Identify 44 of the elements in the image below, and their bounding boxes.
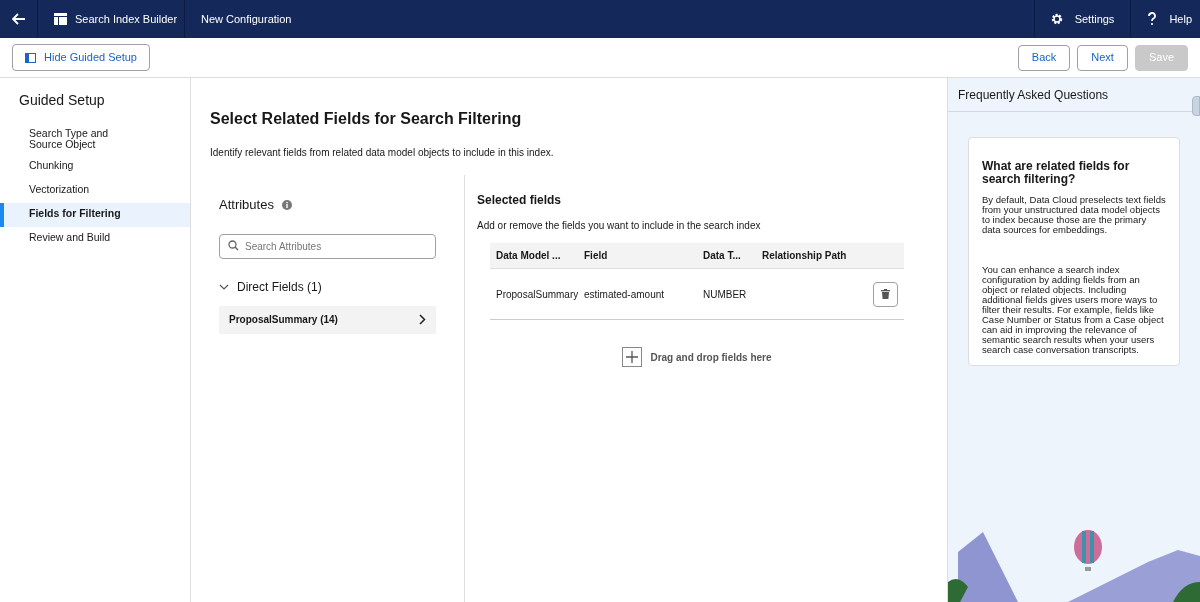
table-cell-text: NUMBER xyxy=(703,287,748,302)
selected-fields-heading: Selected fields xyxy=(477,192,563,209)
delete-button[interactable] xyxy=(873,281,898,307)
back-arrow-icon xyxy=(11,13,26,25)
column-header: Field xyxy=(584,249,609,263)
help-icon xyxy=(1147,12,1158,26)
info-icon xyxy=(281,199,292,210)
page-title: New Configuration xyxy=(200,11,293,27)
attributes-heading: Attributes xyxy=(219,196,274,214)
sidebar-item[interactable]: Vectorization xyxy=(0,179,190,203)
direct-fields-toggle[interactable]: Direct Fields (1) xyxy=(219,277,322,296)
nav-button[interactable]: Back xyxy=(1017,44,1071,71)
panel-collapse-handle[interactable] xyxy=(1192,96,1200,116)
faq-answer: By default, Data Cloud preselects text fields from your unstructured data model objects to index because those are the primary data sources for embeddings. xyxy=(982,195,1166,235)
page-description: Identify relevant fields from related data model objects to include in this index. xyxy=(210,146,555,160)
object-list-item[interactable]: ProposalSummary (14) xyxy=(219,305,436,334)
drop-hint: Drag and drop fields here xyxy=(650,350,772,365)
sidebar-title: Guided Setup xyxy=(18,91,106,110)
column-header: Data Model ... xyxy=(496,249,562,263)
sidebar-item[interactable]: Fields for Filtering xyxy=(0,203,190,227)
trash-icon xyxy=(881,289,890,299)
search-field[interactable]: Search Attributes xyxy=(219,233,436,259)
selected-fields-description: Add or remove the fields you want to include in the search index xyxy=(477,219,762,233)
app-name: Search Index Builder xyxy=(75,11,178,27)
table-icon xyxy=(54,13,67,25)
faq-question: What are related fields for search filtering? xyxy=(982,160,1131,186)
nav-button[interactable]: Next xyxy=(1077,44,1128,71)
chevron-right-icon xyxy=(419,314,426,325)
sidebar-item[interactable]: Chunking xyxy=(0,155,190,179)
column-header: Relationship Path xyxy=(762,249,848,263)
column-header: Data T... xyxy=(703,249,742,263)
settings-icon xyxy=(1050,13,1063,25)
sidebar-item[interactable]: Review and Build xyxy=(0,227,190,251)
table-cell-text: estimated-amount xyxy=(584,287,666,302)
plus-icon xyxy=(622,347,643,367)
page-heading: Select Related Fields for Search Filtering xyxy=(210,109,523,129)
sidebar-item[interactable]: Search Type and Source Object xyxy=(0,123,190,155)
hide-guided-setup-button[interactable]: Hide Guided Setup xyxy=(12,44,150,71)
faq-answer: You can enhance a search index configuration by adding fields from an object or related objects. Including additional fields gives users more ways to filter their results. For example, fields like Case Number or Status from a Case object can aid in improving the relevance of semantic search results when your users search case conversation transcripts. xyxy=(982,265,1165,355)
panel-icon xyxy=(25,52,36,63)
settings-button[interactable]: Settings xyxy=(1033,0,1131,38)
help-button[interactable]: Help xyxy=(1130,0,1200,38)
search-icon xyxy=(228,239,239,251)
table-cell-text: ProposalSummary xyxy=(496,287,580,302)
